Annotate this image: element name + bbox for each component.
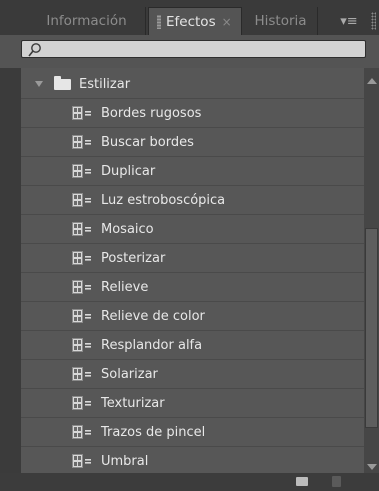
effect-item[interactable]: Resplandor alfa [21, 331, 364, 360]
effect-icon [72, 454, 91, 468]
effect-label: Buscar bordes [101, 134, 194, 150]
effect-icon [72, 164, 91, 178]
effect-item[interactable]: Relieve de color [21, 302, 364, 331]
folder-icon [54, 76, 71, 90]
effect-label: Trazos de pincel [101, 424, 206, 440]
panel-menu-button[interactable]: ▾≡ [335, 12, 363, 30]
effects-tree: Estilizar Bordes rugosos Buscar bordes Dup… [21, 68, 364, 473]
effect-label: Umbral [101, 453, 149, 469]
effect-item[interactable]: Trazos de pincel [21, 418, 364, 447]
folder-estilizar[interactable]: Estilizar [21, 70, 364, 99]
effect-item[interactable]: Duplicar [21, 157, 364, 186]
scroll-down-icon[interactable] [367, 464, 377, 470]
effect-item[interactable]: Buscar bordes [21, 128, 364, 157]
effect-icon [72, 309, 91, 323]
effect-icon [72, 367, 91, 381]
panel-menu-icon: ▾≡ [340, 13, 358, 29]
vertical-scrollbar[interactable] [364, 68, 379, 473]
effect-label: Luz estroboscópica [101, 192, 226, 208]
trash-icon[interactable] [332, 476, 341, 487]
new-bin-icon[interactable] [296, 477, 308, 486]
drag-grip-icon[interactable] [157, 14, 161, 29]
effect-item[interactable]: Umbral [21, 447, 364, 473]
effects-panel: Información Efectos × Historia ▾≡ Estili… [0, 0, 379, 491]
search-icon [28, 43, 41, 57]
effect-icon [72, 251, 91, 265]
effect-icon [72, 396, 91, 410]
effect-label: Posterizar [101, 250, 166, 266]
tab-historia[interactable]: Historia [244, 7, 318, 35]
effect-item[interactable]: Texturizar [21, 389, 364, 418]
tab-informacion-label: Información [46, 13, 127, 29]
effect-label: Duplicar [101, 163, 156, 179]
effect-icon [72, 425, 91, 439]
effect-item[interactable]: Relieve [21, 273, 364, 302]
effect-icon [72, 135, 91, 149]
expand-arrow-icon[interactable] [35, 81, 43, 87]
panel-footer [0, 473, 379, 491]
effect-item[interactable]: Bordes rugosos [21, 99, 364, 128]
search-input[interactable] [21, 40, 366, 58]
effect-icon [72, 193, 91, 207]
effect-item[interactable]: Posterizar [21, 244, 364, 273]
effect-icon [72, 106, 91, 120]
tab-bar: Información Efectos × Historia ▾≡ [0, 0, 379, 35]
effect-icon [72, 338, 91, 352]
effect-label: Relieve de color [101, 308, 205, 324]
effect-label: Resplandor alfa [101, 337, 203, 353]
search-row [0, 35, 379, 68]
tab-efectos-label: Efectos [166, 13, 216, 30]
effect-icon [72, 280, 91, 294]
effect-label: Relieve [101, 279, 149, 295]
effect-label: Mosaico [101, 221, 154, 237]
close-icon[interactable]: × [222, 15, 232, 29]
scroll-up-icon[interactable] [367, 78, 377, 84]
scroll-thumb[interactable] [365, 228, 378, 428]
folder-label: Estilizar [79, 76, 131, 92]
effect-label: Texturizar [101, 395, 165, 411]
tab-historia-label: Historia [254, 13, 307, 29]
effect-label: Bordes rugosos [101, 105, 202, 121]
effect-icon [72, 222, 91, 236]
tab-efectos[interactable]: Efectos × [148, 7, 242, 35]
effect-item[interactable]: Solarizar [21, 360, 364, 389]
effect-label: Solarizar [101, 366, 158, 382]
resize-grip-icon[interactable] [371, 12, 376, 30]
effect-item[interactable]: Mosaico [21, 215, 364, 244]
tab-informacion[interactable]: Información [28, 7, 146, 35]
effect-item[interactable]: Luz estroboscópica [21, 186, 364, 215]
